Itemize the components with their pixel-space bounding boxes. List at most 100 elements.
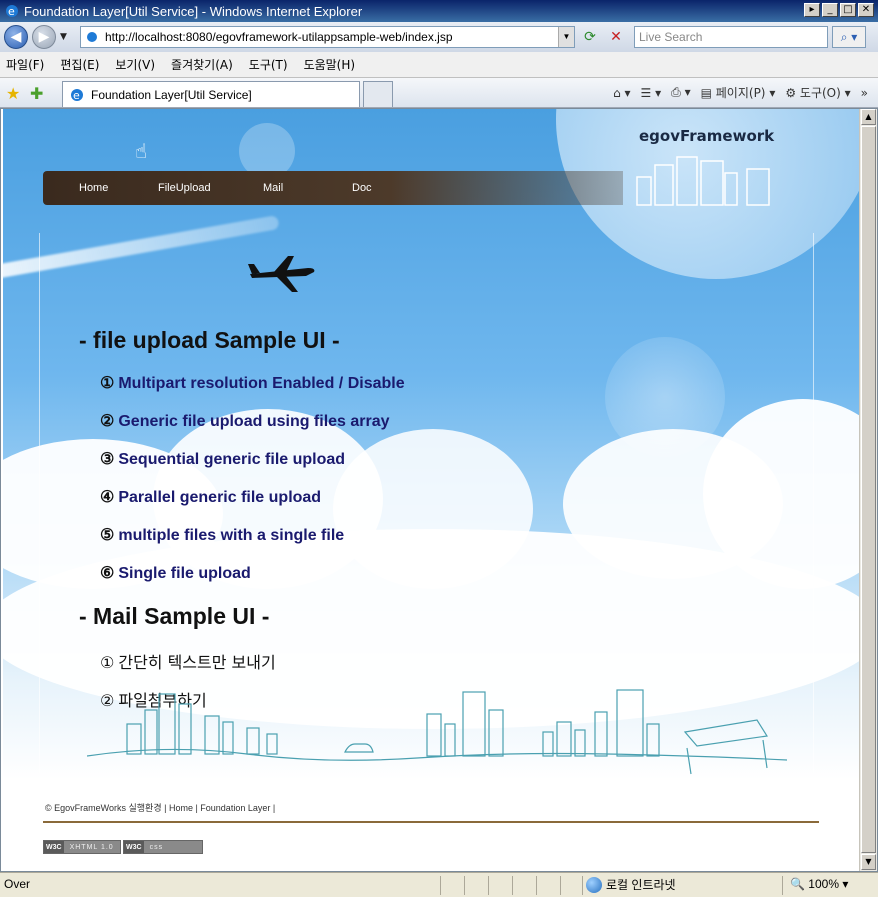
file-link-generic-array[interactable]: ② Generic file upload using files array bbox=[100, 411, 390, 431]
top-navigation: Home FileUpload Mail Doc bbox=[43, 171, 623, 205]
maximize-button[interactable]: □ bbox=[840, 3, 856, 17]
mail-section-title: - Mail Sample UI - bbox=[79, 603, 270, 629]
link-text: Parallel generic file upload bbox=[118, 489, 322, 506]
item-number: ⑤ bbox=[100, 527, 115, 544]
zoom-level: 100% bbox=[808, 877, 839, 891]
status-separator bbox=[464, 876, 465, 895]
footer-divider bbox=[43, 821, 819, 823]
print-icon[interactable]: ⎙ ▾ bbox=[671, 85, 690, 100]
ie-logo-icon: e bbox=[6, 5, 18, 18]
status-separator bbox=[512, 876, 513, 895]
footer-copyright: © EgovFrameWorks 실행환경 | Home | Foundatio… bbox=[45, 803, 276, 813]
item-number: ③ bbox=[100, 451, 115, 468]
command-bar: ⌂ ▾ ☰ ▾ ⎙ ▾ ▤ 페이지(P) ▾ ⚙ 도구(O) ▾ » bbox=[613, 84, 868, 101]
nav-mail[interactable]: Mail bbox=[263, 182, 283, 194]
scroll-up-icon[interactable]: ▲ bbox=[861, 109, 876, 125]
item-number: ⑥ bbox=[100, 565, 115, 582]
tab-title: Foundation Layer[Util Service] bbox=[91, 87, 252, 102]
link-text: Single file upload bbox=[118, 565, 251, 582]
address-dropdown-icon[interactable]: ▼ bbox=[558, 27, 574, 47]
nav-doc[interactable]: Doc bbox=[352, 182, 372, 194]
svg-text:e: e bbox=[8, 5, 15, 18]
mail-link-text-only[interactable]: ① 간단히 텍스트만 보내기 bbox=[100, 649, 276, 673]
tab-bar: ★ ✚ e Foundation Layer[Util Service] ⌂ ▾… bbox=[0, 78, 878, 108]
page-menu-label: 페이지(P) bbox=[715, 86, 766, 100]
file-link-multipart[interactable]: ① Multipart resolution Enabled / Disable bbox=[100, 373, 405, 393]
link-text: Generic file upload using files array bbox=[118, 413, 390, 430]
badge-label: css bbox=[149, 843, 164, 851]
w3c-logo: W3C bbox=[44, 841, 64, 853]
svg-text:e: e bbox=[73, 89, 80, 102]
add-favorites-icon[interactable]: ✚ bbox=[30, 84, 43, 103]
status-separator bbox=[440, 876, 441, 895]
scroll-thumb[interactable] bbox=[861, 126, 876, 853]
xhtml-valid-badge[interactable]: W3C XHTML 1.0 bbox=[43, 840, 121, 854]
page-menu[interactable]: ▤ 페이지(P) ▾ bbox=[701, 84, 776, 101]
tab-active[interactable]: e Foundation Layer[Util Service] bbox=[62, 81, 360, 107]
back-button[interactable]: ◀ bbox=[4, 25, 28, 49]
link-text: Sequential generic file upload bbox=[118, 451, 346, 468]
css-valid-badge[interactable]: W3C css bbox=[123, 840, 203, 854]
hand-cursor-icon: ☝ bbox=[135, 139, 148, 163]
status-bar: Over 로컬 인트라넷 🔍 100% ▾ bbox=[0, 872, 878, 897]
city-skyline-illustration bbox=[87, 689, 788, 775]
site-logo[interactable]: egovFramework bbox=[639, 127, 774, 145]
close-button[interactable]: ✕ bbox=[858, 3, 874, 17]
search-input[interactable]: Live Search bbox=[634, 26, 828, 48]
stop-icon[interactable]: ✕ bbox=[606, 27, 626, 47]
file-link-parallel[interactable]: ④ Parallel generic file upload bbox=[100, 487, 321, 507]
status-separator bbox=[560, 876, 561, 895]
menu-favorites[interactable]: 즐겨찾기(A) bbox=[171, 56, 233, 73]
forward-button[interactable]: ▶ bbox=[32, 25, 56, 49]
scroll-down-icon[interactable]: ▼ bbox=[861, 854, 876, 870]
home-icon[interactable]: ⌂ ▾ bbox=[613, 86, 630, 100]
menu-view[interactable]: 보기(V) bbox=[115, 56, 155, 73]
menu-edit[interactable]: 편집(E) bbox=[60, 56, 99, 73]
nav-home[interactable]: Home bbox=[79, 182, 108, 194]
tools-menu[interactable]: ⚙ 도구(O) ▾ bbox=[785, 84, 850, 101]
vertical-scrollbar[interactable]: ▲ ▼ bbox=[859, 109, 877, 871]
status-separator bbox=[582, 876, 583, 895]
page-icon bbox=[87, 32, 97, 42]
frame-divider bbox=[39, 233, 40, 773]
gear-icon: ⚙ bbox=[785, 86, 800, 100]
menu-file[interactable]: 파일(F) bbox=[6, 56, 44, 73]
status-separator bbox=[488, 876, 489, 895]
refresh-icon[interactable]: ⟳ bbox=[580, 27, 600, 47]
minimize-button[interactable]: _ bbox=[822, 3, 838, 17]
status-separator bbox=[782, 876, 783, 895]
link-text: multiple files with a single file bbox=[118, 527, 345, 544]
menu-help[interactable]: 도움말(H) bbox=[304, 56, 356, 73]
address-row: ◀ ▶ ▼ http://localhost:8080/egovframewor… bbox=[0, 22, 878, 52]
zoom-control[interactable]: 🔍 100% ▾ bbox=[790, 877, 848, 891]
file-link-multiple[interactable]: ⑤ multiple files with a single file bbox=[100, 525, 344, 545]
menu-tools[interactable]: 도구(T) bbox=[249, 56, 288, 73]
search-button[interactable]: ⌕ ▾ bbox=[832, 26, 866, 48]
sky-background: egovFramework Home FileUpload Mail Doc -… bbox=[3, 109, 859, 871]
feeds-icon[interactable]: ☰ ▾ bbox=[641, 86, 662, 100]
ie-tab-icon: e bbox=[71, 88, 83, 102]
history-dropdown-icon[interactable]: ▼ bbox=[60, 32, 67, 42]
w3c-logo: W3C bbox=[124, 841, 144, 853]
address-field[interactable]: http://localhost:8080/egovframework-util… bbox=[80, 26, 575, 48]
status-text: Over bbox=[4, 877, 31, 891]
window-controls: ▸ _ □ ✕ bbox=[804, 3, 874, 17]
airplane-icon bbox=[248, 256, 315, 292]
item-number: ① bbox=[100, 375, 115, 392]
file-link-sequential[interactable]: ③ Sequential generic file upload bbox=[100, 449, 345, 469]
security-zone[interactable]: 로컬 인트라넷 bbox=[586, 876, 676, 893]
link-text: Multipart resolution Enabled / Disable bbox=[118, 375, 405, 392]
link-text: 간단히 텍스트만 보내기 bbox=[118, 653, 276, 672]
item-number: ④ bbox=[100, 489, 115, 506]
favorites-star-icon[interactable]: ★ bbox=[6, 84, 20, 103]
nav-fileupload[interactable]: FileUpload bbox=[158, 182, 211, 194]
frame-divider bbox=[813, 233, 814, 773]
menu-bar: 파일(F) 편집(E) 보기(V) 즐겨찾기(A) 도구(T) 도움말(H) bbox=[0, 52, 878, 78]
window-extra-button[interactable]: ▸ bbox=[804, 3, 820, 17]
status-separator bbox=[536, 876, 537, 895]
new-tab-button[interactable] bbox=[363, 81, 393, 107]
tools-menu-label: 도구(O) bbox=[799, 86, 841, 100]
file-link-single[interactable]: ⑥ Single file upload bbox=[100, 563, 251, 583]
item-number: ② bbox=[100, 413, 115, 430]
chevron-more-icon[interactable]: » bbox=[861, 86, 868, 100]
